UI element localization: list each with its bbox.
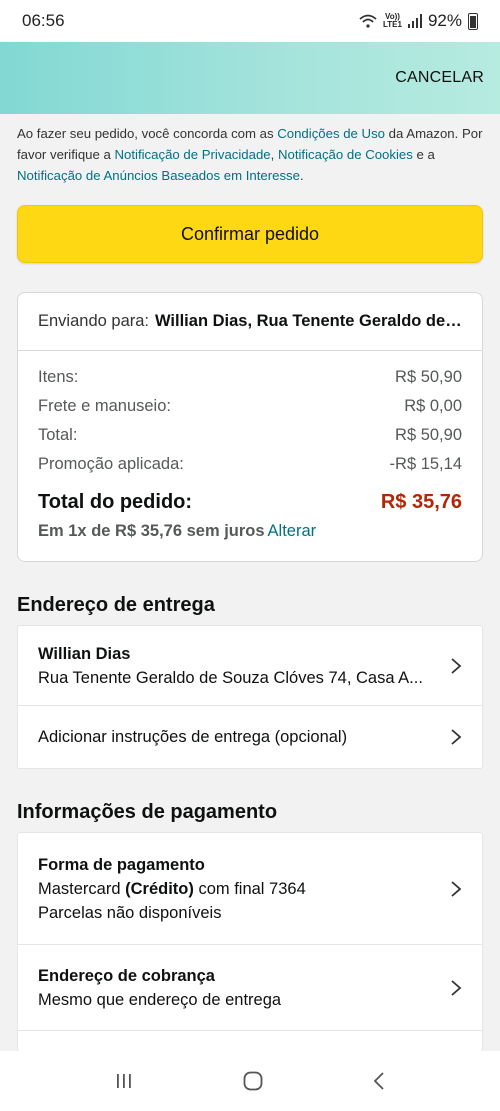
delivery-card: Willian Dias Rua Tenente Geraldo de Souz… bbox=[17, 625, 483, 769]
order-summary-lines: Itens: R$ 50,90 Frete e manuseio: R$ 0,00 … bbox=[18, 351, 482, 561]
summary-line-items: Itens: R$ 50,90 bbox=[38, 368, 462, 386]
order-total-label: Total do pedido: bbox=[38, 490, 193, 513]
home-icon[interactable] bbox=[242, 1070, 264, 1092]
checkout-content: Ao fazer seu pedido, você concorda com a… bbox=[0, 114, 500, 1052]
next-payment-row bbox=[18, 1031, 482, 1051]
billing-address-title: Endereço de cobrança bbox=[38, 966, 215, 985]
cookies-notice-link[interactable]: Notificação de Cookies bbox=[278, 147, 413, 162]
installments-note: Parcelas não disponíveis bbox=[38, 903, 222, 922]
checkout-header: CANCELAR bbox=[0, 42, 500, 114]
back-icon[interactable] bbox=[372, 1071, 386, 1091]
status-bar: 06:56 Vo)) LTE1 92% bbox=[0, 0, 500, 42]
delivery-instructions-label: Adicionar instruções de entrega (opciona… bbox=[38, 728, 348, 746]
change-installment-link[interactable]: Alterar bbox=[268, 522, 317, 540]
system-nav-bar bbox=[0, 1051, 500, 1111]
battery-icon bbox=[468, 12, 478, 30]
network-indicator: Vo)) LTE1 bbox=[383, 12, 402, 29]
delivery-address-row[interactable]: Willian Dias Rua Tenente Geraldo de Souz… bbox=[18, 626, 482, 706]
payment-method-row[interactable]: Forma de pagamento Mastercard (Crédito) … bbox=[18, 833, 482, 945]
delivery-address: Rua Tenente Geraldo de Souza Clóves 74, … bbox=[38, 668, 423, 687]
payment-section-title: Informações de pagamento bbox=[17, 801, 278, 823]
terms-of-use-link[interactable]: Condições de Uso bbox=[277, 126, 385, 141]
chevron-right-icon bbox=[451, 729, 462, 745]
summary-line-promotion: Promoção aplicada: -R$ 15,14 bbox=[38, 455, 462, 473]
confirm-order-button[interactable]: Confirmar pedido bbox=[17, 205, 483, 263]
card-description: Mastercard (Crédito) com final 7364 bbox=[38, 879, 306, 898]
order-total: Total do pedido: R$ 35,76 bbox=[38, 486, 462, 518]
billing-address-row[interactable]: Endereço de cobrança Mesmo que endereço … bbox=[18, 945, 482, 1031]
cancel-button[interactable]: CANCELAR bbox=[395, 69, 484, 87]
billing-address-value: Mesmo que endereço de entrega bbox=[38, 990, 282, 1009]
summary-line-shipping: Frete e manuseio: R$ 0,00 bbox=[38, 397, 462, 415]
summary-line-total: Total: R$ 50,90 bbox=[38, 426, 462, 444]
payment-method-title: Forma de pagamento bbox=[38, 855, 205, 874]
shipping-to-value: Willian Dias, Rua Tenente Geraldo de Sou… bbox=[155, 312, 462, 330]
shipping-to: Enviando para: Willian Dias, Rua Tenente… bbox=[18, 293, 482, 351]
installment-info: Em 1x de R$ 35,76 sem juros Alterar bbox=[38, 522, 317, 540]
interest-ads-notice-link[interactable]: Notificação de Anúncios Baseados em Inte… bbox=[17, 168, 300, 183]
delivery-instructions-row[interactable]: Adicionar instruções de entrega (opciona… bbox=[18, 706, 482, 768]
recent-apps-icon[interactable] bbox=[114, 1072, 134, 1090]
order-total-value: R$ 35,76 bbox=[380, 490, 462, 513]
terms-notice: Ao fazer seu pedido, você concorda com a… bbox=[17, 126, 483, 183]
chevron-right-icon bbox=[451, 979, 462, 996]
chevron-right-icon bbox=[451, 657, 462, 674]
recipient-name: Willian Dias bbox=[38, 644, 131, 663]
payment-card: Forma de pagamento Mastercard (Crédito) … bbox=[17, 832, 483, 1052]
signal-icon bbox=[407, 14, 422, 28]
battery-percent: 92% bbox=[427, 11, 462, 30]
wifi-icon bbox=[359, 14, 377, 28]
delivery-section-title: Endereço de entrega bbox=[17, 594, 215, 616]
status-icons: Vo)) LTE1 92% bbox=[359, 11, 478, 31]
chevron-right-icon bbox=[451, 880, 462, 897]
privacy-notice-link[interactable]: Notificação de Privacidade bbox=[115, 147, 271, 162]
status-time: 06:56 bbox=[22, 11, 65, 30]
order-summary-card: Enviando para: Willian Dias, Rua Tenente… bbox=[17, 292, 483, 562]
